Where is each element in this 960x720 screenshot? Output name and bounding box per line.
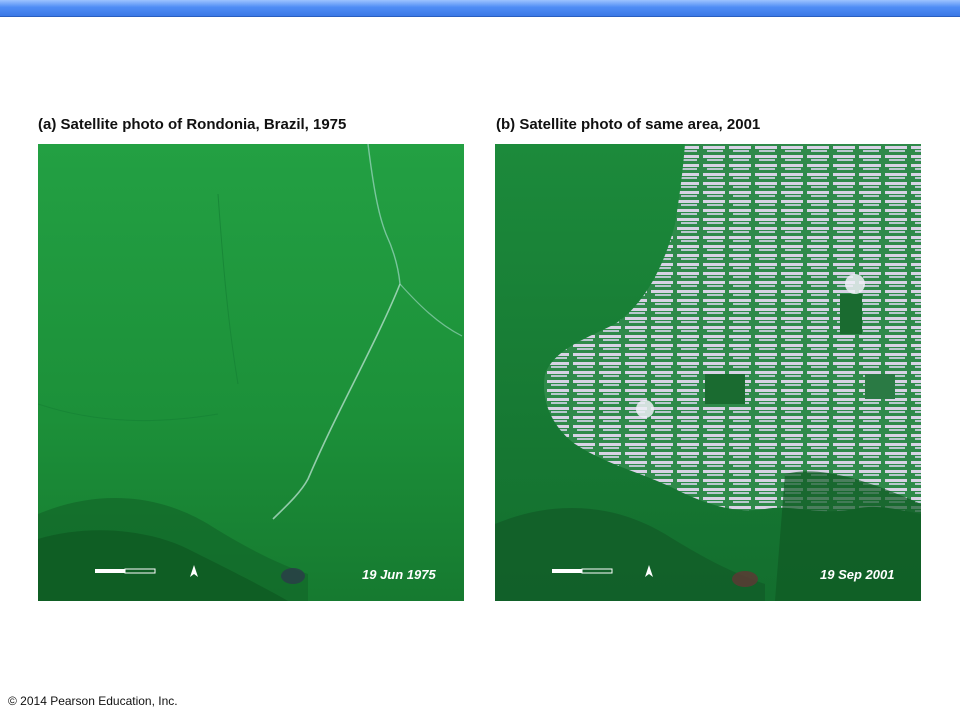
satellite-photo-1975 xyxy=(38,144,464,601)
copyright-notice: © 2014 Pearson Education, Inc. xyxy=(8,694,178,708)
photo-date-2001: 19 Sep 2001 xyxy=(820,567,895,582)
top-accent-bar xyxy=(0,0,960,17)
satellite-photo-2001 xyxy=(495,144,921,601)
photo-date-1975: 19 Jun 1975 xyxy=(362,567,436,582)
caption-photo-a: (a) Satellite photo of Rondonia, Brazil,… xyxy=(38,116,347,133)
caption-photo-b: (b) Satellite photo of same area, 2001 xyxy=(496,116,761,133)
